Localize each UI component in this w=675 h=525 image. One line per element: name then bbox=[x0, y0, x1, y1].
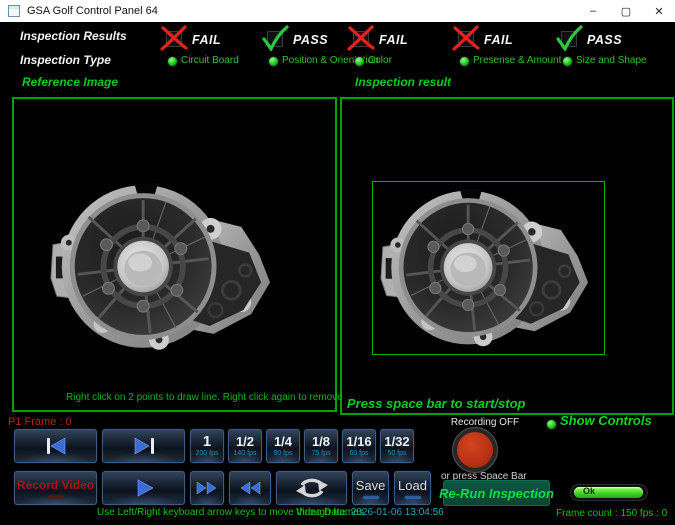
play-button[interactable] bbox=[101, 470, 186, 506]
app-window: GSA Golf Control Panel 64 – ▢ ✕ Inspecti… bbox=[0, 0, 675, 525]
frame-counter-label: P1 Frame : 0 bbox=[8, 416, 72, 428]
speed-button-1-8[interactable]: 1/8 75 fps bbox=[303, 428, 339, 464]
previous-frame-button[interactable] bbox=[13, 428, 98, 464]
type-led-icon bbox=[459, 56, 470, 67]
speed-button-1[interactable]: 1 200 fps bbox=[189, 428, 225, 464]
previous-frame-icon bbox=[41, 436, 71, 456]
speed-button-1-32[interactable]: 1/32 50 fps bbox=[379, 428, 415, 464]
rewind-button[interactable] bbox=[228, 470, 272, 506]
frame-count-label: Frame count : 150 fps : 0 bbox=[556, 508, 667, 519]
app-icon bbox=[8, 5, 20, 17]
rerun-inspection-button[interactable]: Re-Run Inspection bbox=[443, 480, 550, 506]
title-bar: GSA Golf Control Panel 64 – ▢ ✕ bbox=[0, 0, 675, 22]
inspection-results-label: Inspection Results bbox=[20, 29, 127, 43]
speed-button-1-4[interactable]: 1/4 90 fps bbox=[265, 428, 301, 464]
speed-button-1-2[interactable]: 1/2 140 fps bbox=[227, 428, 263, 464]
show-controls-led-icon[interactable] bbox=[546, 419, 557, 430]
type-led-icon bbox=[354, 56, 365, 67]
ok-indicator-label: Ok bbox=[583, 486, 595, 496]
type-led-icon bbox=[167, 56, 178, 67]
button-glint bbox=[48, 495, 64, 498]
load-button[interactable]: Load bbox=[393, 470, 432, 506]
close-button[interactable]: ✕ bbox=[643, 0, 675, 22]
minimize-button[interactable]: – bbox=[577, 0, 609, 22]
type-text: Circuit Board bbox=[181, 55, 239, 66]
recording-status-label: Recording OFF bbox=[450, 417, 520, 428]
show-controls-label[interactable]: Show Controls bbox=[560, 413, 652, 428]
fast-forward-icon bbox=[194, 480, 220, 496]
maximize-button[interactable]: ▢ bbox=[610, 0, 642, 22]
pass-check-icon bbox=[260, 25, 290, 51]
result-text: PASS bbox=[587, 33, 622, 47]
inspection-type-label: Inspection Type bbox=[20, 53, 111, 67]
reference-panel-hint: Right click on 2 points to draw line. Ri… bbox=[66, 392, 364, 403]
inspection-result-panel[interactable]: Press space bar to start/stop bbox=[340, 97, 674, 415]
record-icon bbox=[457, 432, 493, 468]
reference-image-panel[interactable]: Right click on 2 points to draw line. Ri… bbox=[12, 97, 337, 412]
type-led-icon bbox=[562, 56, 573, 67]
loop-icon bbox=[294, 476, 330, 500]
window-title: GSA Golf Control Panel 64 bbox=[27, 0, 158, 22]
type-text: Presense & Amount bbox=[473, 55, 561, 66]
rewind-icon bbox=[237, 480, 263, 496]
play-icon bbox=[132, 478, 156, 498]
result-text: FAIL bbox=[484, 33, 513, 47]
record-video-button[interactable]: Record Video bbox=[13, 470, 98, 506]
type-text: Size and Shape bbox=[576, 55, 647, 66]
video-date-label: Video Date: bbox=[296, 507, 348, 518]
save-button[interactable]: Save bbox=[351, 470, 390, 506]
fail-x-icon bbox=[346, 25, 376, 51]
video-date: Video Date: 2026-01-06 13:04:56 bbox=[296, 507, 444, 518]
button-glint bbox=[405, 496, 421, 499]
reference-part-image bbox=[47, 179, 275, 353]
result-text: PASS bbox=[293, 33, 328, 47]
button-glint bbox=[363, 496, 379, 499]
result-text: FAIL bbox=[379, 33, 408, 47]
inspection-panel-hint: Press space bar to start/stop bbox=[347, 396, 525, 411]
fast-forward-button[interactable] bbox=[189, 470, 225, 506]
next-frame-button[interactable] bbox=[101, 428, 186, 464]
reference-image-title: Reference Image bbox=[22, 75, 118, 89]
fail-x-icon bbox=[159, 25, 189, 51]
type-text: Color bbox=[368, 55, 392, 66]
pass-check-icon bbox=[554, 25, 584, 51]
record-button[interactable] bbox=[452, 427, 498, 473]
speed-button-1-16[interactable]: 1/16 60 fps bbox=[341, 428, 377, 464]
detection-bounding-box bbox=[372, 181, 605, 355]
video-date-value: 2026-01-06 13:04:56 bbox=[351, 507, 444, 518]
fail-x-icon bbox=[451, 25, 481, 51]
ok-indicator[interactable]: Ok bbox=[570, 484, 648, 501]
next-frame-icon bbox=[129, 436, 159, 456]
loop-button[interactable] bbox=[275, 470, 348, 506]
result-text: FAIL bbox=[192, 33, 221, 47]
type-led-icon bbox=[268, 56, 279, 67]
inspection-result-title: Inspection result bbox=[355, 75, 451, 89]
